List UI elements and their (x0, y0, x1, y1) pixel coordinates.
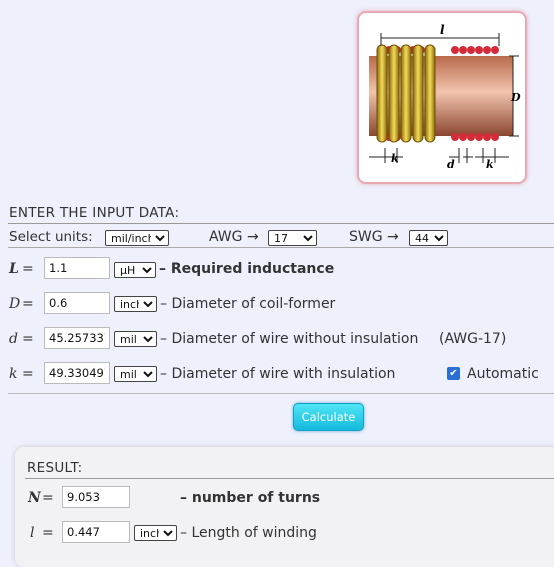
coil-former-description: – Diameter of coil-former (160, 296, 336, 312)
wire-diameter-input[interactable] (44, 327, 110, 349)
symbol-k: k (9, 366, 18, 382)
awg-select[interactable]: 17 (268, 230, 317, 246)
checkmark-icon: ✔ (449, 368, 458, 379)
select-units-label: Select units: (9, 229, 93, 245)
divider (8, 247, 554, 248)
inductance-input[interactable] (44, 257, 110, 279)
symbol-D: D (9, 296, 21, 312)
equals-k: = (22, 366, 34, 382)
equals-l: = (42, 525, 54, 541)
label-D: D (510, 91, 521, 104)
awg-note: (AWG-17) (439, 331, 507, 347)
label-d: d (447, 158, 455, 171)
units-select[interactable]: mil/inch (105, 230, 169, 246)
equals-L: = (22, 261, 34, 277)
symbol-N: N (28, 490, 41, 506)
equals-N: = (42, 490, 54, 506)
swg-select[interactable]: 44 (409, 230, 448, 246)
units-row: Select units: (9, 229, 93, 245)
winding-length-output (62, 521, 130, 543)
turns-description: – number of turns (180, 490, 321, 506)
inductance-unit-select[interactable]: μH (114, 262, 156, 278)
wire-diameter-description: – Diameter of wire without insulation (160, 331, 419, 347)
label-k-right: k (486, 158, 494, 171)
insulated-wire-description: – Diameter of wire with insulation (160, 366, 396, 382)
symbol-L: L (9, 261, 19, 277)
label-k-left: k (391, 152, 399, 165)
automatic-checkbox[interactable]: ✔ (447, 367, 460, 380)
coil-former-diameter-input[interactable] (44, 292, 110, 314)
winding-length-description: – Length of winding (180, 525, 317, 541)
coil-illustration: l D k d k (369, 23, 521, 171)
awg-label: AWG → (209, 229, 259, 245)
input-section-title: ENTER THE INPUT DATA: (9, 205, 180, 221)
automatic-label: Automatic (467, 366, 539, 382)
swg-label: SWG → (349, 229, 399, 245)
coil-diagram: l D k d k (357, 11, 527, 184)
wire-diameter-unit-select[interactable]: mil (114, 331, 157, 347)
winding-length-unit-select[interactable]: inch (134, 525, 177, 541)
divider (8, 223, 554, 224)
equals-d: = (22, 331, 34, 347)
turns-output (62, 486, 130, 508)
symbol-d: d (9, 331, 18, 347)
divider (25, 478, 554, 479)
divider (8, 393, 554, 394)
result-title: RESULT: (27, 460, 83, 476)
symbol-l: l (30, 525, 35, 541)
insulated-wire-diameter-input[interactable] (44, 362, 110, 384)
insulated-wire-unit-select[interactable]: mil (114, 366, 157, 382)
coil-former-unit-select[interactable]: inch (114, 296, 157, 312)
label-l: l (440, 23, 445, 37)
equals-D: = (22, 296, 34, 312)
calculate-button[interactable]: Calculate (293, 403, 364, 431)
inductance-description: – Required inductance (159, 261, 335, 277)
